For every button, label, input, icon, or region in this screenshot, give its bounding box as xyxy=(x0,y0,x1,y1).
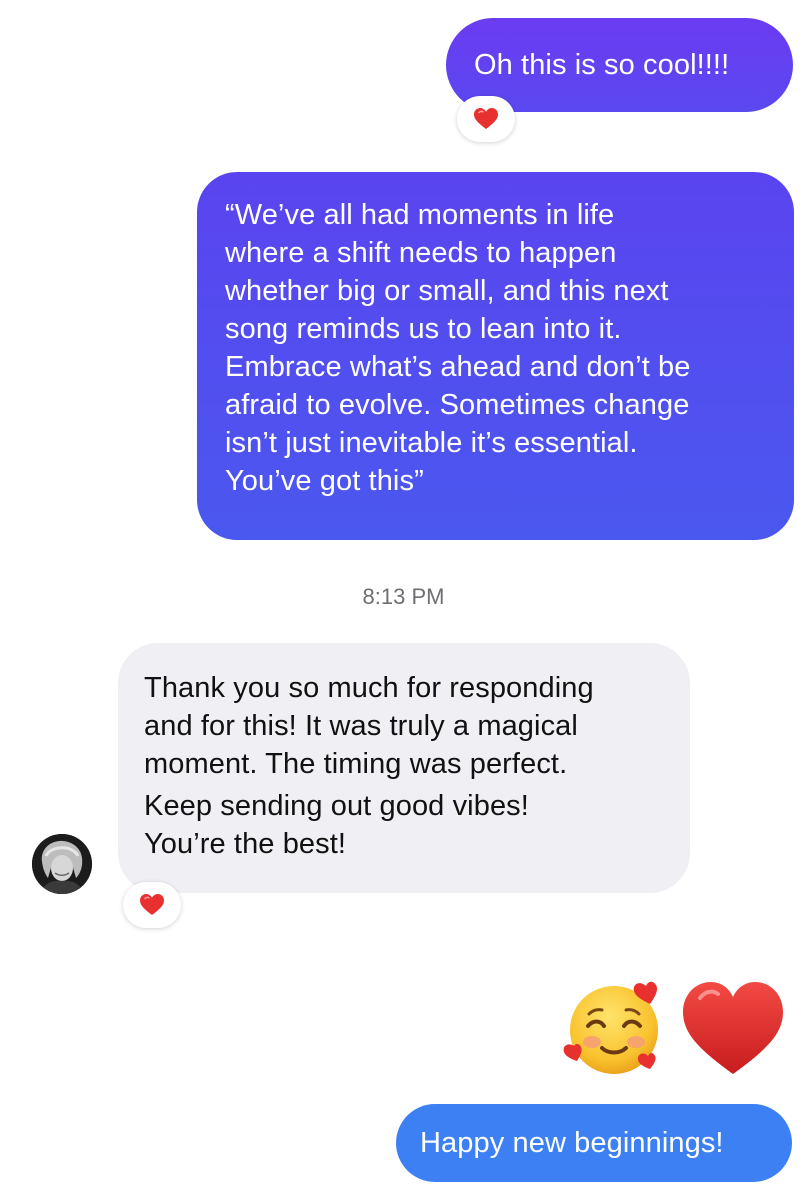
message-text-line: Embrace what’s ahead and don’t be xyxy=(225,351,691,383)
message-text-line: You’re the best! xyxy=(144,828,347,860)
outgoing-message-bubble[interactable]: Happy new beginnings! xyxy=(396,1104,792,1182)
message-text-line: moment. The timing was perfect. xyxy=(144,748,568,780)
incoming-message-bubble[interactable]: Thank you so much for responding and for… xyxy=(118,643,690,893)
heart-icon xyxy=(140,894,164,915)
avatar-photo xyxy=(32,834,92,894)
message-text-line: song reminds us to lean into it. xyxy=(225,313,622,345)
message-text-line: and for this! It was truly a magical xyxy=(144,710,578,742)
heart-icon xyxy=(474,108,498,129)
message-text-line: Thank you so much for responding xyxy=(144,672,594,704)
outgoing-message-bubble[interactable]: “We’ve all had moments in life where a s… xyxy=(197,172,794,540)
message-text-line: afraid to evolve. Sometimes change xyxy=(225,389,690,421)
avatar[interactable] xyxy=(32,834,92,894)
message-text-line: isn’t just inevitable it’s essential. xyxy=(225,427,638,459)
message-text-line: You’ve got this” xyxy=(225,465,424,497)
message-reaction[interactable] xyxy=(457,96,515,142)
message-text-line: “We’ve all had moments in life xyxy=(225,199,615,231)
message-text-line: whether big or small, and this next xyxy=(225,275,669,307)
message-text: Oh this is so cool!!!! xyxy=(474,49,730,81)
message-text: Happy new beginnings! xyxy=(420,1127,724,1159)
smiling-face-with-hearts-icon[interactable] xyxy=(562,972,672,1082)
message-text-line: Keep sending out good vibes! xyxy=(144,790,529,822)
red-heart-icon[interactable] xyxy=(680,978,786,1078)
message-reaction[interactable] xyxy=(123,882,181,928)
message-thread: Oh this is so cool!!!! “We’ve all had mo… xyxy=(0,0,807,1200)
message-timestamp: 8:13 PM xyxy=(362,584,445,609)
message-text-line: where a shift needs to happen xyxy=(225,237,617,269)
